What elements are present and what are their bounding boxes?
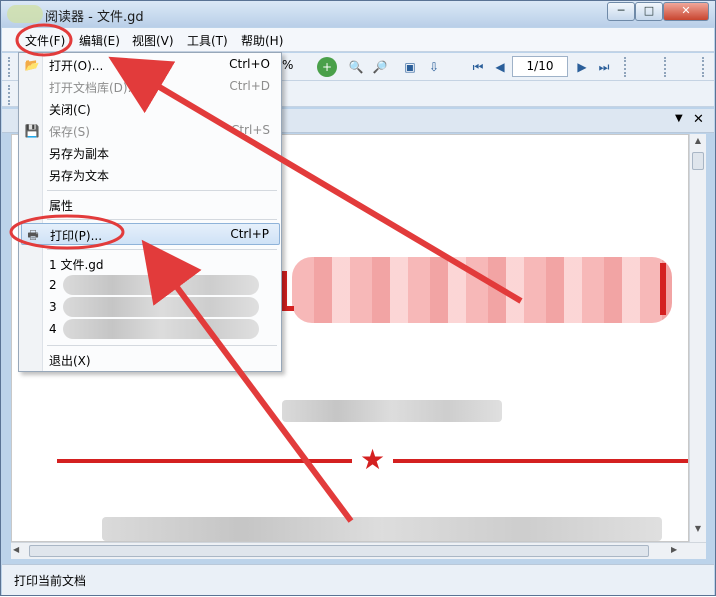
highlight-circle-file-menu xyxy=(15,23,73,57)
arrow-to-file-menu xyxy=(108,56,523,304)
highlight-circle-print xyxy=(9,214,125,250)
annotation-overlay xyxy=(9,23,523,523)
arrow-to-print xyxy=(141,239,354,523)
app-window: 阅读器 - 文件.gd ─ □ ✕ 文件(F) 编辑(E) 视图(V) 工具(T… xyxy=(0,0,716,596)
